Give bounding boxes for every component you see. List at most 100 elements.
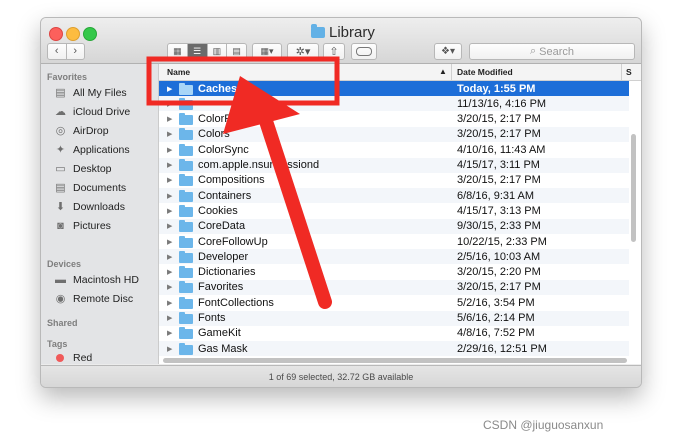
zoom-button[interactable] <box>83 27 97 41</box>
table-row[interactable]: ▶ Dictionaries 3/20/15, 2:20 PM <box>159 265 629 280</box>
column-date-header[interactable]: Date Modified <box>457 67 513 77</box>
disclosure-triangle-icon[interactable]: ▶ <box>167 222 179 230</box>
disclosure-triangle-icon[interactable]: ▶ <box>167 238 179 246</box>
disclosure-triangle-icon[interactable]: ▶ <box>167 268 179 276</box>
sidebar-item-label: Downloads <box>73 200 125 213</box>
table-row[interactable]: ▶ Favorites 3/20/15, 2:17 PM <box>159 279 629 295</box>
close-button[interactable] <box>49 27 63 41</box>
tag-icon <box>356 47 372 56</box>
table-row[interactable]: ▶ FontCollections 5/2/16, 3:54 PM <box>159 295 629 310</box>
sidebar-item-label: Red <box>73 351 93 364</box>
date-modified: 4/15/17, 3:11 PM <box>457 159 540 171</box>
back-forward-control: ‹ › <box>47 43 85 60</box>
arrange-button[interactable]: ▦▾ <box>252 43 282 60</box>
disclosure-triangle-icon[interactable]: ▶ <box>167 314 179 322</box>
file-name: GameKit <box>198 327 241 340</box>
horizontal-scrollbar[interactable] <box>163 358 627 363</box>
table-row[interactable]: ▶ Caches Today, 1:55 PM <box>159 81 629 96</box>
forward-button[interactable]: › <box>67 44 85 59</box>
table-row[interactable]: ▶ Colors 3/20/15, 2:17 PM <box>159 126 629 142</box>
disclosure-triangle-icon[interactable]: ▶ <box>167 329 179 337</box>
table-row[interactable]: ▶ Cookies 4/15/17, 3:13 PM <box>159 203 629 218</box>
folder-icon <box>179 327 193 340</box>
search-placeholder: Search <box>539 45 575 58</box>
table-row[interactable]: ▶ com.apple.nsurlsessiond 4/15/17, 3:11 PM <box>159 157 629 173</box>
disclosure-triangle-icon[interactable]: ▶ <box>167 100 179 108</box>
sidebar-item-icloud-drive[interactable]: ☁ iCloud Drive <box>54 103 130 120</box>
folder-icon <box>179 113 193 126</box>
folder-icon <box>179 204 193 217</box>
column-name-header[interactable]: Name <box>167 67 190 77</box>
disclosure-triangle-icon[interactable]: ▶ <box>167 299 179 307</box>
date-modified: 3/20/15, 2:17 PM <box>457 281 541 294</box>
date-modified: 3/20/15, 2:20 PM <box>457 266 541 279</box>
file-list: Name ▲ Date Modified S ▶ Caches Today, 1:5… <box>159 64 641 364</box>
icon-view-button[interactable]: ▦ <box>168 44 188 59</box>
dropbox-button[interactable]: ❖▾ <box>434 43 462 60</box>
window-title-text: Library <box>329 23 375 41</box>
folder-icon <box>179 189 193 202</box>
table-row[interactable]: ▶ Compositions 3/20/15, 2:17 PM <box>159 173 629 188</box>
folder-icon <box>179 159 193 171</box>
table-row[interactable]: ▶ Gas Mask 2/29/16, 12:51 PM <box>159 341 629 357</box>
table-row[interactable]: ▶ ColorSync 4/10/16, 11:43 AM <box>159 142 629 157</box>
sidebar-item-label: Pictures <box>73 219 111 232</box>
folder-icon <box>179 220 193 233</box>
sidebar-item-macintosh-hd[interactable]: ▬ Macintosh HD <box>54 271 139 288</box>
applications-icon: ✦ <box>55 144 66 156</box>
disclosure-triangle-icon[interactable]: ▶ <box>167 115 179 123</box>
search-field[interactable]: ⌕ Search <box>469 43 635 60</box>
disclosure-triangle-icon[interactable]: ▶ <box>167 192 179 200</box>
sidebar-item-airdrop[interactable]: ◎ AirDrop <box>54 122 109 139</box>
sidebar-item-applications[interactable]: ✦ Applications <box>54 141 130 158</box>
folder-icon <box>179 143 193 156</box>
sidebar-item-red[interactable]: Red <box>54 349 92 364</box>
table-row[interactable]: ▶ Containers 6/8/16, 9:31 AM <box>159 188 629 204</box>
disclosure-triangle-icon[interactable]: ▶ <box>167 146 179 154</box>
scroll-thumb[interactable] <box>631 134 636 242</box>
sidebar-item-pictures[interactable]: ◙ Pictures <box>54 217 111 234</box>
table-row[interactable]: ▶ Developer 2/5/16, 10:03 AM <box>159 249 629 265</box>
column-divider[interactable] <box>621 64 622 80</box>
table-row[interactable]: ▶ Fonts 5/6/16, 2:14 PM <box>159 310 629 326</box>
list-view-button[interactable]: ☰ <box>187 44 208 59</box>
column-divider[interactable] <box>451 64 452 80</box>
all-files-icon: ▤ <box>55 87 66 99</box>
disclosure-triangle-icon[interactable]: ▶ <box>167 85 179 93</box>
disclosure-triangle-icon[interactable]: ▶ <box>167 345 179 353</box>
vertical-scrollbar[interactable] <box>631 82 636 360</box>
sidebar-item-remote-disc[interactable]: ◉ Remote Disc <box>54 290 133 307</box>
sidebar-item-all-my-files[interactable]: ▤ All My Files <box>54 84 126 101</box>
disclosure-triangle-icon[interactable]: ▶ <box>167 283 179 291</box>
cover-flow-button[interactable]: ▤ <box>227 44 246 59</box>
share-button[interactable]: ⇧ <box>323 43 345 60</box>
disclosure-triangle-icon[interactable]: ▶ <box>167 176 179 184</box>
back-button[interactable]: ‹ <box>48 44 67 59</box>
table-row[interactable]: ▶ ColorPicl 3/20/15, 2:17 PM <box>159 112 629 127</box>
table-row[interactable]: ▶ GameKit 4/8/16, 7:52 PM <box>159 326 629 341</box>
sidebar-section-label: Devices <box>47 259 82 269</box>
disclosure-triangle-icon[interactable]: ▶ <box>167 130 179 138</box>
sidebar-item-desktop[interactable]: ▭ Desktop <box>54 160 111 177</box>
table-row[interactable]: ▶ 11/13/16, 4:16 PM <box>159 96 629 112</box>
finder-window: Library ‹ › ▦ ☰ ▥ ▤ ▦▾ ✲▾ ⇧ ❖▾ ⌕ Search … <box>40 17 642 388</box>
action-gear-button[interactable]: ✲▾ <box>287 43 319 60</box>
disclosure-triangle-icon[interactable]: ▶ <box>167 161 179 169</box>
minimize-button[interactable] <box>66 27 80 41</box>
sidebar-item-downloads[interactable]: ⬇ Downloads <box>54 198 125 215</box>
disclosure-triangle-icon[interactable]: ▶ <box>167 253 179 261</box>
file-name: Compositions <box>198 174 265 187</box>
folder-icon <box>179 97 193 110</box>
date-modified: 2/29/16, 12:51 PM <box>457 342 547 355</box>
hard-disk-icon: ▬ <box>55 273 66 286</box>
column-size-header[interactable]: S <box>626 67 632 77</box>
table-row[interactable]: ▶ CoreData 9/30/15, 2:33 PM <box>159 218 629 234</box>
disclosure-triangle-icon[interactable]: ▶ <box>167 207 179 215</box>
file-name: FontCollections <box>198 296 274 309</box>
tag-button[interactable] <box>351 43 377 60</box>
column-view-button[interactable]: ▥ <box>208 44 228 59</box>
sidebar-item-documents[interactable]: ▤ Documents <box>54 179 126 196</box>
folder-icon <box>179 128 193 141</box>
table-row[interactable]: ▶ CoreFollowUp 10/22/15, 2:33 PM <box>159 234 629 249</box>
date-modified: 2/5/16, 10:03 AM <box>457 250 541 263</box>
